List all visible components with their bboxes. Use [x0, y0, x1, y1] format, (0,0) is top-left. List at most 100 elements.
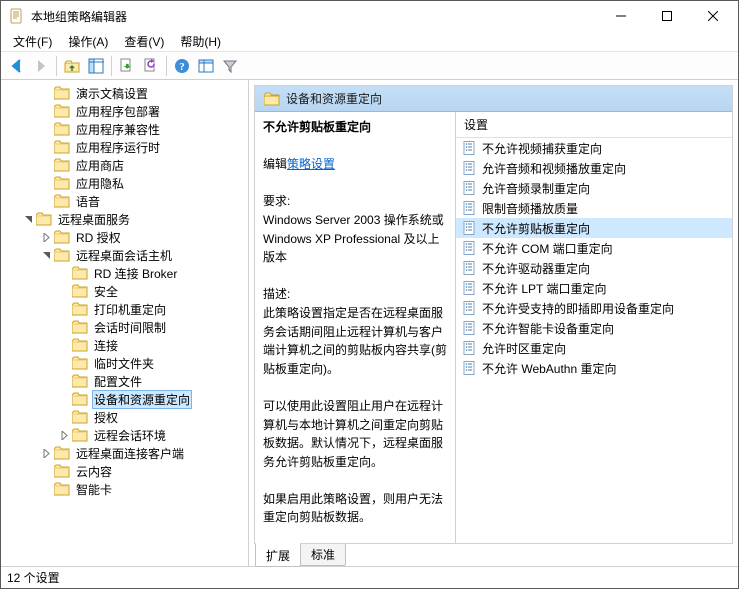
tree-node[interactable]: 会话时间限制	[1, 318, 248, 336]
expand-icon[interactable]	[39, 446, 53, 460]
folder-icon	[54, 122, 70, 136]
folder-icon	[54, 158, 70, 172]
menu-help[interactable]: 帮助(H)	[172, 31, 229, 52]
settings-list-item[interactable]: 不允许视频捕获重定向	[456, 138, 732, 158]
description-text-2: 可以使用此设置阻止用户在远程计算机与本地计算机之间重定向剪贴板数据。默认情况下，…	[263, 399, 443, 469]
settings-item-label: 允许音频录制重定向	[482, 180, 590, 197]
tree-node[interactable]: 语音	[1, 192, 248, 210]
tree-pane[interactable]: 演示文稿设置应用程序包部署应用程序兼容性应用程序运行时应用商店应用隐私语音远程桌…	[1, 80, 249, 566]
expand-icon[interactable]	[57, 428, 71, 442]
folder-icon	[54, 230, 70, 244]
policy-icon	[462, 180, 478, 196]
settings-list-item[interactable]: 不允许 WebAuthn 重定向	[456, 358, 732, 378]
settings-list-item[interactable]: 不允许 LPT 端口重定向	[456, 278, 732, 298]
tree-node[interactable]: 应用商店	[1, 156, 248, 174]
tree-node-label: 远程桌面服务	[56, 211, 132, 228]
settings-list-item[interactable]: 不允许受支持的即插即用设备重定向	[456, 298, 732, 318]
settings-item-label: 不允许驱动器重定向	[482, 260, 590, 277]
tree-node[interactable]: 远程会话环境	[1, 426, 248, 444]
tree-node[interactable]: 远程桌面会话主机	[1, 246, 248, 264]
settings-list-item[interactable]: 不允许驱动器重定向	[456, 258, 732, 278]
menu-file[interactable]: 文件(F)	[5, 31, 60, 52]
edit-policy-link[interactable]: 策略设置	[287, 157, 335, 171]
collapse-icon[interactable]	[21, 212, 35, 226]
expand-icon[interactable]	[39, 230, 53, 244]
tree-node[interactable]: 应用程序运行时	[1, 138, 248, 156]
filter-button[interactable]	[218, 54, 242, 78]
up-button[interactable]	[60, 54, 84, 78]
folder-icon	[54, 248, 70, 262]
policy-icon	[462, 160, 478, 176]
policy-icon	[462, 360, 478, 376]
tree-node[interactable]: 连接	[1, 336, 248, 354]
settings-list-item[interactable]: 允许时区重定向	[456, 338, 732, 358]
tree-node[interactable]: 设备和资源重定向	[1, 390, 248, 408]
tab-standard[interactable]: 标准	[300, 544, 346, 566]
settings-item-label: 限制音频播放质量	[482, 200, 578, 217]
tree-node[interactable]: 应用程序包部署	[1, 102, 248, 120]
tree-node-label: 智能卡	[74, 481, 114, 498]
description-label: 描述:	[263, 287, 290, 301]
settings-column-header[interactable]: 设置	[456, 112, 732, 138]
tree-node[interactable]: 远程桌面服务	[1, 210, 248, 228]
tab-strip: 扩展 标准	[249, 544, 738, 566]
titlebar: 本地组策略编辑器	[1, 1, 738, 31]
tree-node[interactable]: 配置文件	[1, 372, 248, 390]
settings-list-item[interactable]: 不允许智能卡设备重定向	[456, 318, 732, 338]
minimize-button[interactable]	[598, 1, 644, 31]
tree-node[interactable]: 演示文稿设置	[1, 84, 248, 102]
settings-list-item[interactable]: 允许音频和视频播放重定向	[456, 158, 732, 178]
collapse-icon[interactable]	[39, 248, 53, 262]
policy-icon	[462, 340, 478, 356]
folder-icon	[36, 212, 52, 226]
tree-node-label: 应用程序兼容性	[74, 121, 162, 138]
settings-list-item[interactable]: 不允许剪贴板重定向	[456, 218, 732, 238]
tree-node[interactable]: 临时文件夹	[1, 354, 248, 372]
tree-node[interactable]: 应用隐私	[1, 174, 248, 192]
maximize-button[interactable]	[644, 1, 690, 31]
tree-node[interactable]: 打印机重定向	[1, 300, 248, 318]
policy-title: 不允许剪贴板重定向	[263, 120, 371, 134]
tab-extended[interactable]: 扩展	[255, 543, 301, 567]
show-hide-tree-button[interactable]	[84, 54, 108, 78]
settings-list[interactable]: 不允许视频捕获重定向允许音频和视频播放重定向允许音频录制重定向限制音频播放质量不…	[456, 138, 732, 543]
refresh-button[interactable]	[139, 54, 163, 78]
toolbar: ?	[1, 52, 738, 80]
settings-list-item[interactable]: 限制音频播放质量	[456, 198, 732, 218]
tree-node[interactable]: RD 连接 Broker	[1, 264, 248, 282]
close-button[interactable]	[690, 1, 736, 31]
details-button[interactable]	[194, 54, 218, 78]
back-button[interactable]	[5, 54, 29, 78]
forward-button[interactable]	[29, 54, 53, 78]
settings-list-item[interactable]: 允许音频录制重定向	[456, 178, 732, 198]
tree-node[interactable]: 远程桌面连接客户端	[1, 444, 248, 462]
tree-node[interactable]: 智能卡	[1, 480, 248, 498]
folder-icon	[72, 266, 88, 280]
folder-icon	[72, 320, 88, 334]
tree-node[interactable]: 云内容	[1, 462, 248, 480]
tree-node[interactable]: 应用程序兼容性	[1, 120, 248, 138]
tree-node[interactable]: 授权	[1, 408, 248, 426]
tree-node[interactable]: RD 授权	[1, 228, 248, 246]
folder-icon	[72, 410, 88, 424]
policy-icon	[462, 140, 478, 156]
tree-node-label: 临时文件夹	[92, 355, 156, 372]
settings-item-label: 允许时区重定向	[482, 340, 566, 357]
description-text-1: 此策略设置指定是否在远程桌面服务会话期间阻止远程计算机与客户端计算机之间的剪贴板…	[263, 306, 447, 376]
policy-detail: 不允许剪贴板重定向 编辑策略设置 要求: Windows Server 2003…	[255, 112, 455, 543]
help-button[interactable]: ?	[170, 54, 194, 78]
folder-icon	[72, 392, 88, 406]
tree-node-label: RD 连接 Broker	[92, 265, 179, 282]
description-text-3: 如果启用此策略设置，则用户无法重定向剪贴板数据。	[263, 492, 443, 525]
tree-node-label: 应用程序包部署	[74, 103, 162, 120]
requirements-text: Windows Server 2003 操作系统或 Windows XP Pro…	[263, 213, 444, 264]
settings-list-item[interactable]: 不允许 COM 端口重定向	[456, 238, 732, 258]
menu-action[interactable]: 操作(A)	[60, 31, 116, 52]
export-button[interactable]	[115, 54, 139, 78]
menu-view[interactable]: 查看(V)	[116, 31, 172, 52]
settings-item-label: 允许音频和视频播放重定向	[482, 160, 626, 177]
extended-view: 设备和资源重定向 不允许剪贴板重定向 编辑策略设置 要求: Windows Se…	[254, 85, 733, 544]
tree-node[interactable]: 安全	[1, 282, 248, 300]
policy-icon	[462, 320, 478, 336]
status-text: 12 个设置	[7, 569, 60, 586]
